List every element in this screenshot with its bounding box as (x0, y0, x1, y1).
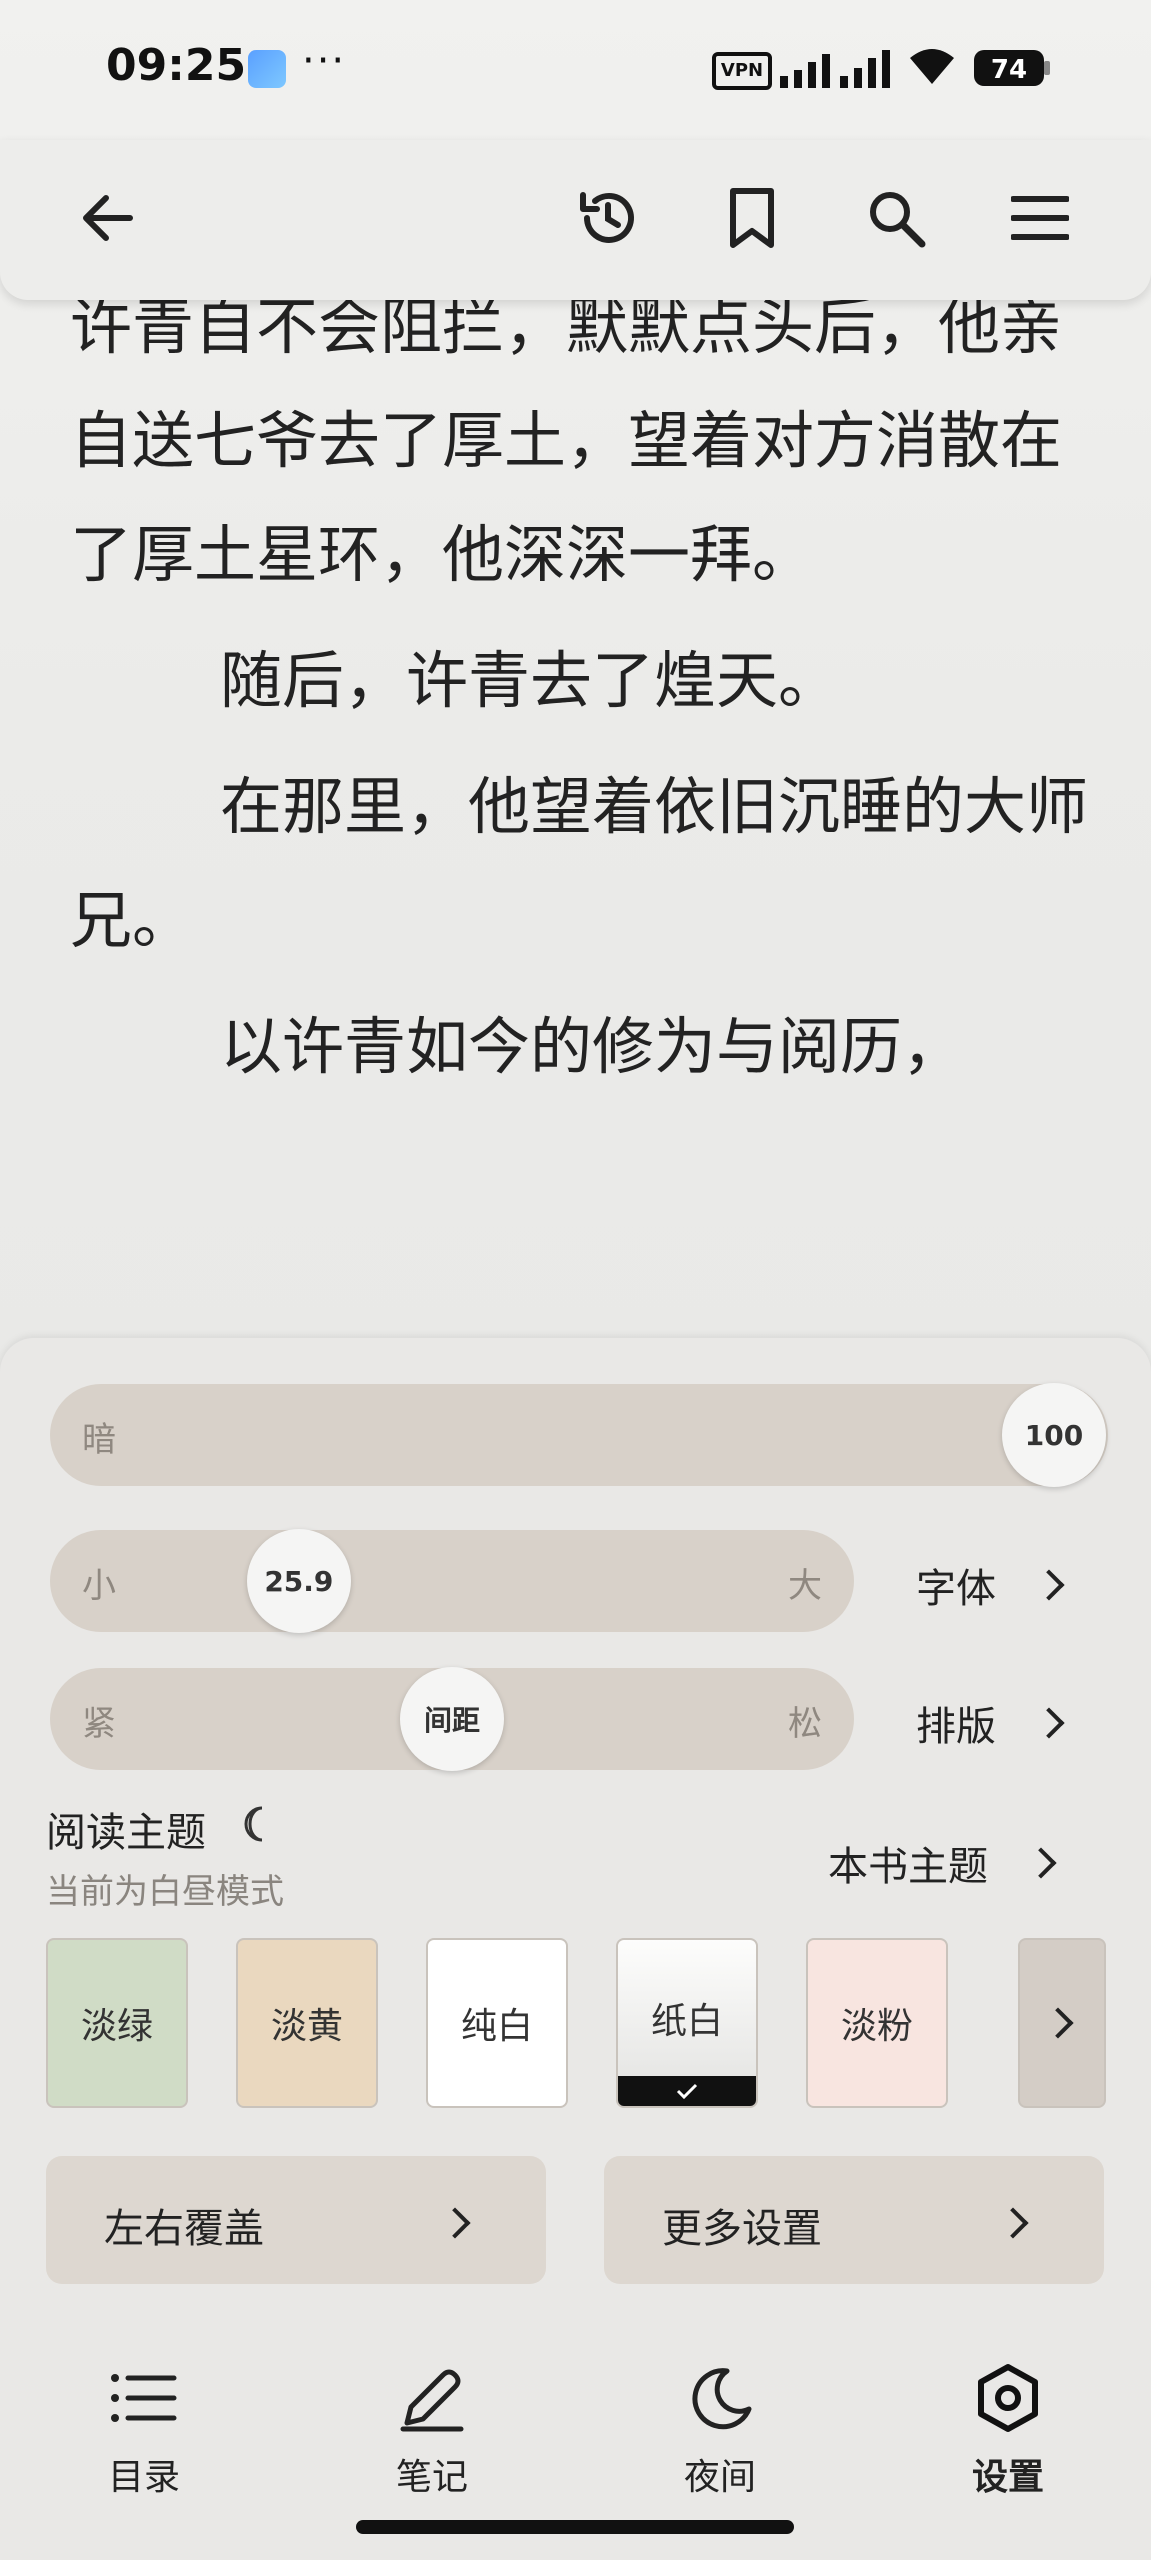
brightness-knob[interactable]: 100 (1002, 1383, 1106, 1487)
more-settings-button[interactable]: 更多设置 (604, 2156, 1104, 2284)
battery-icon: 74 (974, 50, 1050, 86)
selected-indicator (618, 2076, 756, 2106)
spacing-knob[interactable]: 间距 (400, 1667, 504, 1771)
nav-settings[interactable]: 设置 (928, 2360, 1088, 2500)
search-button[interactable] (854, 176, 938, 260)
chevron-right-icon (439, 2207, 471, 2239)
list-icon (111, 2374, 177, 2422)
more-notifications-icon: ··· (302, 38, 347, 84)
theme-swatch-pure-white[interactable]: 纯白 (426, 1938, 568, 2108)
search-icon (870, 192, 926, 248)
bookmark-button[interactable] (710, 176, 794, 260)
swatch-label: 纯白 (460, 2006, 533, 2047)
nav-notes[interactable]: 笔记 (352, 2360, 512, 2500)
paragraph-4: 以许青如今的修为与阅历， (220, 1010, 965, 1083)
theme-title: 阅读主题 (46, 1810, 206, 1856)
paragraph-3: 在那里，他望着依旧沉睡的大师兄。 (70, 770, 1089, 957)
book-theme-label: 本书主题 (828, 1844, 988, 1890)
chevron-right-icon (1033, 1707, 1065, 1739)
nav-night-label: 夜间 (683, 2457, 756, 2498)
brightness-label: 暗 (82, 1420, 116, 1460)
theme-swatch-light-green[interactable]: 淡绿 (46, 1938, 188, 2108)
page-turn-mode-button[interactable]: 左右覆盖 (46, 2156, 546, 2284)
font-size-min-label: 小 (82, 1566, 116, 1606)
status-time: 09:25 (106, 40, 247, 91)
swatch-label: 淡黄 (270, 2006, 343, 2047)
swatch-label: 纸白 (650, 2001, 723, 2042)
layout-link-label: 排版 (916, 1704, 996, 1750)
theme-swatch-paper-white[interactable]: 纸白 (616, 1938, 758, 2108)
history-button[interactable] (566, 176, 650, 260)
wifi-icon (910, 49, 954, 84)
font-link[interactable]: 字体 (916, 1556, 1065, 1614)
more-themes-button[interactable] (1018, 1938, 1106, 2108)
nav-night[interactable]: 夜间 (640, 2360, 800, 2500)
book-theme-link[interactable]: 本书主题 (828, 1834, 1057, 1892)
font-size-max-label: 大 (788, 1566, 822, 1606)
pen-icon (400, 2369, 464, 2432)
back-button[interactable] (66, 176, 150, 260)
theme-subtitle: 当前为白昼模式 (46, 1872, 284, 1912)
more-settings-label: 更多设置 (662, 2206, 822, 2252)
chevron-right-icon (1025, 1847, 1057, 1879)
menu-icon (1011, 196, 1069, 240)
check-icon (676, 2083, 698, 2099)
page-turn-mode-label: 左右覆盖 (104, 2206, 264, 2252)
theme-swatch-light-pink[interactable]: 淡粉 (806, 1938, 948, 2108)
chevron-right-icon (1042, 2007, 1074, 2039)
vpn-icon: VPN (712, 52, 772, 90)
moon-icon (692, 2368, 752, 2430)
arrow-left-icon (83, 195, 133, 241)
font-size-slider[interactable]: 小 大 25.9 (50, 1529, 854, 1633)
home-indicator (356, 2520, 794, 2534)
menu-button[interactable] (998, 176, 1082, 260)
font-link-label: 字体 (916, 1566, 996, 1612)
battery-level: 74 (991, 55, 1027, 85)
signal-icon (780, 50, 890, 88)
nav-notes-label: 笔记 (395, 2457, 468, 2498)
spacing-min-label: 紧 (82, 1704, 116, 1744)
paragraph-1: 许青自不会阻拦，默默点头后，他亲自送七爷去了厚土，望着对方消散在了厚土星环，他深… (70, 290, 1063, 591)
reading-content[interactable]: 许青自不会阻拦，默默点头后，他亲自送七爷去了厚土，望着对方消散在了厚土星环，他深… (70, 270, 1090, 1350)
nav-toc-label: 目录 (107, 2457, 180, 2498)
nav-settings-label: 设置 (971, 2457, 1044, 2498)
spacing-slider[interactable]: 紧 松 间距 (50, 1667, 854, 1771)
swatch-label: 淡绿 (80, 2006, 153, 2047)
swatch-label: 淡粉 (840, 2006, 913, 2047)
top-app-bar (0, 140, 1151, 300)
crescent-moon-icon (244, 1806, 263, 1842)
chevron-right-icon (1033, 1569, 1065, 1601)
theme-swatch-light-yellow[interactable]: 淡黄 (236, 1938, 378, 2108)
spacing-max-label: 松 (788, 1704, 822, 1744)
app-notification-icon (248, 50, 286, 88)
layout-link[interactable]: 排版 (916, 1694, 1065, 1752)
status-bar: 09:25 ··· VPN 74 (0, 0, 1151, 140)
brightness-slider[interactable]: 暗 100 (50, 1383, 1108, 1487)
font-size-knob[interactable]: 25.9 (246, 1529, 351, 1633)
paragraph-2: 随后，许青去了煌天。 (220, 644, 841, 717)
bookmark-icon (730, 188, 774, 248)
chevron-right-icon (997, 2207, 1029, 2239)
nav-toc[interactable]: 目录 (64, 2360, 224, 2500)
settings-icon (978, 2364, 1038, 2432)
history-icon (580, 192, 634, 243)
